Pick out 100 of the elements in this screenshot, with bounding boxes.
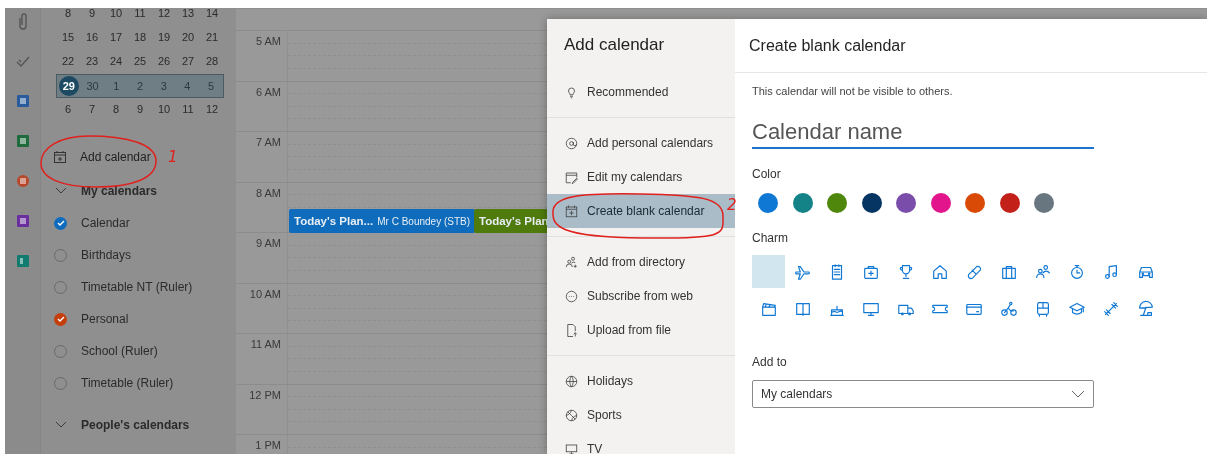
calendar-date[interactable]: 21 (200, 26, 224, 48)
charm-label: Charm (752, 231, 788, 245)
subscribe-icon (564, 288, 579, 304)
calendar-date[interactable]: 11 (128, 8, 152, 24)
color-label: Color (752, 167, 781, 181)
calendar-date[interactable]: 25 (128, 50, 152, 72)
calendar-name[interactable]: Timetable NT (Ruler) (81, 280, 193, 294)
calendar-add-icon (53, 150, 67, 164)
time-label: 10 AM (249, 287, 281, 300)
calendar-date[interactable]: 4 (175, 75, 200, 97)
calendar-date[interactable]: 26 (152, 50, 176, 72)
color-swatch[interactable] (999, 193, 1020, 213)
nav-item[interactable]: Add from directory (547, 245, 735, 279)
time-label: 12 PM (249, 388, 281, 401)
calendar-date[interactable]: 12 (152, 8, 176, 24)
nav-item[interactable]: Holidays (547, 364, 735, 398)
chevron-icon (55, 187, 67, 195)
color-swatch[interactable] (827, 193, 847, 213)
calendar-date[interactable]: 28 (200, 50, 224, 72)
calendar-add-icon (564, 203, 579, 219)
calendar-date[interactable]: 9 (80, 8, 104, 24)
privacy-note: This calendar will not be visible to others. (752, 85, 954, 97)
globe-icon (564, 373, 579, 389)
calendar-date[interactable]: 3 (151, 75, 176, 97)
people-add-icon (564, 254, 579, 270)
calendar-date[interactable]: 17 (104, 26, 128, 48)
calendar-date[interactable]: 22 (56, 50, 80, 72)
nav-item[interactable]: Recommended (547, 75, 735, 109)
annotation-number: 2 (727, 196, 737, 214)
nav-item[interactable]: Sports (547, 398, 735, 432)
annotation-number: 1 (168, 148, 178, 166)
today-date[interactable]: 29 (59, 76, 79, 96)
time-label: 11 AM (250, 338, 281, 350)
time-label: 6 AM (255, 85, 281, 98)
color-swatch[interactable] (930, 193, 951, 213)
at-sign-icon (564, 135, 579, 151)
calendar-date[interactable]: 18 (128, 26, 152, 48)
monitor-icon (564, 441, 579, 454)
peoples-calendars-header[interactable]: People's calendars (41, 409, 196, 441)
calendar-date[interactable]: 20 (176, 26, 200, 48)
calendar-name[interactable]: Personal (81, 312, 129, 326)
file-upload-icon (564, 322, 579, 338)
calendar-date[interactable]: 11 (176, 98, 200, 120)
calendar-date[interactable]: 9 (128, 98, 152, 120)
calendar-checkbox[interactable] (54, 216, 67, 230)
home-icon (931, 262, 949, 281)
time-label: 9 AM (255, 237, 281, 249)
calendar-date[interactable]: 6 (56, 98, 80, 120)
pane-title: Create blank calendar (749, 36, 906, 55)
calendar-date[interactable]: 16 (80, 26, 104, 48)
checkmark-icon (56, 316, 65, 322)
calendar-date[interactable]: 24 (104, 50, 128, 72)
calendar-date[interactable]: 23 (80, 50, 104, 72)
calendar-date[interactable]: 19 (152, 26, 176, 48)
add-to-dropdown[interactable]: My calendars (752, 380, 1094, 408)
nav-item[interactable]: Edit my calendars (547, 160, 735, 194)
time-label: 1 PM (255, 439, 281, 451)
calendar-date[interactable]: 2 (128, 75, 152, 97)
color-swatch[interactable] (758, 193, 778, 213)
calendar-date[interactable]: 10 (152, 98, 176, 120)
cyclist-icon (999, 299, 1018, 318)
dialog-title: Add calendar (564, 35, 665, 54)
checkmark-icon (56, 220, 65, 226)
ball-icon (564, 407, 579, 423)
add-to-label: Add to (752, 355, 787, 369)
calendar-date[interactable]: 8 (104, 98, 128, 120)
nav-item[interactable]: Upload from file (547, 313, 735, 347)
edit-calendar-icon (564, 169, 579, 185)
nav-item[interactable]: Add personal calendars (547, 126, 735, 160)
calendar-date[interactable]: 12 (200, 98, 224, 120)
time-label: 7 AM (255, 136, 281, 148)
calendar-name[interactable]: School (Ruler) (81, 344, 158, 358)
calendar-date[interactable]: 13 (176, 8, 200, 24)
nav-item[interactable]: TV (547, 432, 735, 454)
calendar-date[interactable]: 27 (176, 50, 200, 72)
color-swatch[interactable] (896, 193, 916, 213)
dumbbell-icon (1102, 299, 1121, 318)
nav-item[interactable]: Subscribe from web (547, 279, 735, 313)
chevron-icon (55, 421, 67, 429)
color-swatch[interactable] (861, 193, 882, 213)
calendar-date[interactable]: 30 (80, 75, 105, 97)
my-calendars-header[interactable]: My calendars (41, 175, 164, 207)
color-swatch[interactable] (965, 193, 985, 213)
chevron-down-icon (1071, 390, 1085, 398)
calendar-date[interactable]: 15 (56, 26, 80, 48)
calendar-date[interactable]: 10 (104, 8, 128, 24)
calendar-date[interactable]: 1 (104, 75, 129, 97)
calendar-name[interactable]: Calendar (81, 216, 130, 230)
calendar-checkbox[interactable] (54, 312, 67, 326)
calendar-name[interactable]: Birthdays (81, 248, 132, 262)
color-swatch[interactable] (792, 193, 813, 213)
calendar-event[interactable]: Today's Plan... Mr C Boundey (STB) (289, 209, 476, 233)
calendar-date[interactable]: 14 (200, 8, 224, 24)
time-label: 5 AM (255, 35, 281, 47)
calendar-date[interactable]: 5 (199, 75, 223, 97)
beach-umbrella-icon (1136, 299, 1155, 318)
calendar-date[interactable]: 8 (56, 8, 80, 24)
color-swatch[interactable] (1034, 193, 1054, 213)
calendar-name[interactable]: Timetable (Ruler) (81, 376, 174, 390)
calendar-date[interactable]: 7 (80, 98, 104, 120)
